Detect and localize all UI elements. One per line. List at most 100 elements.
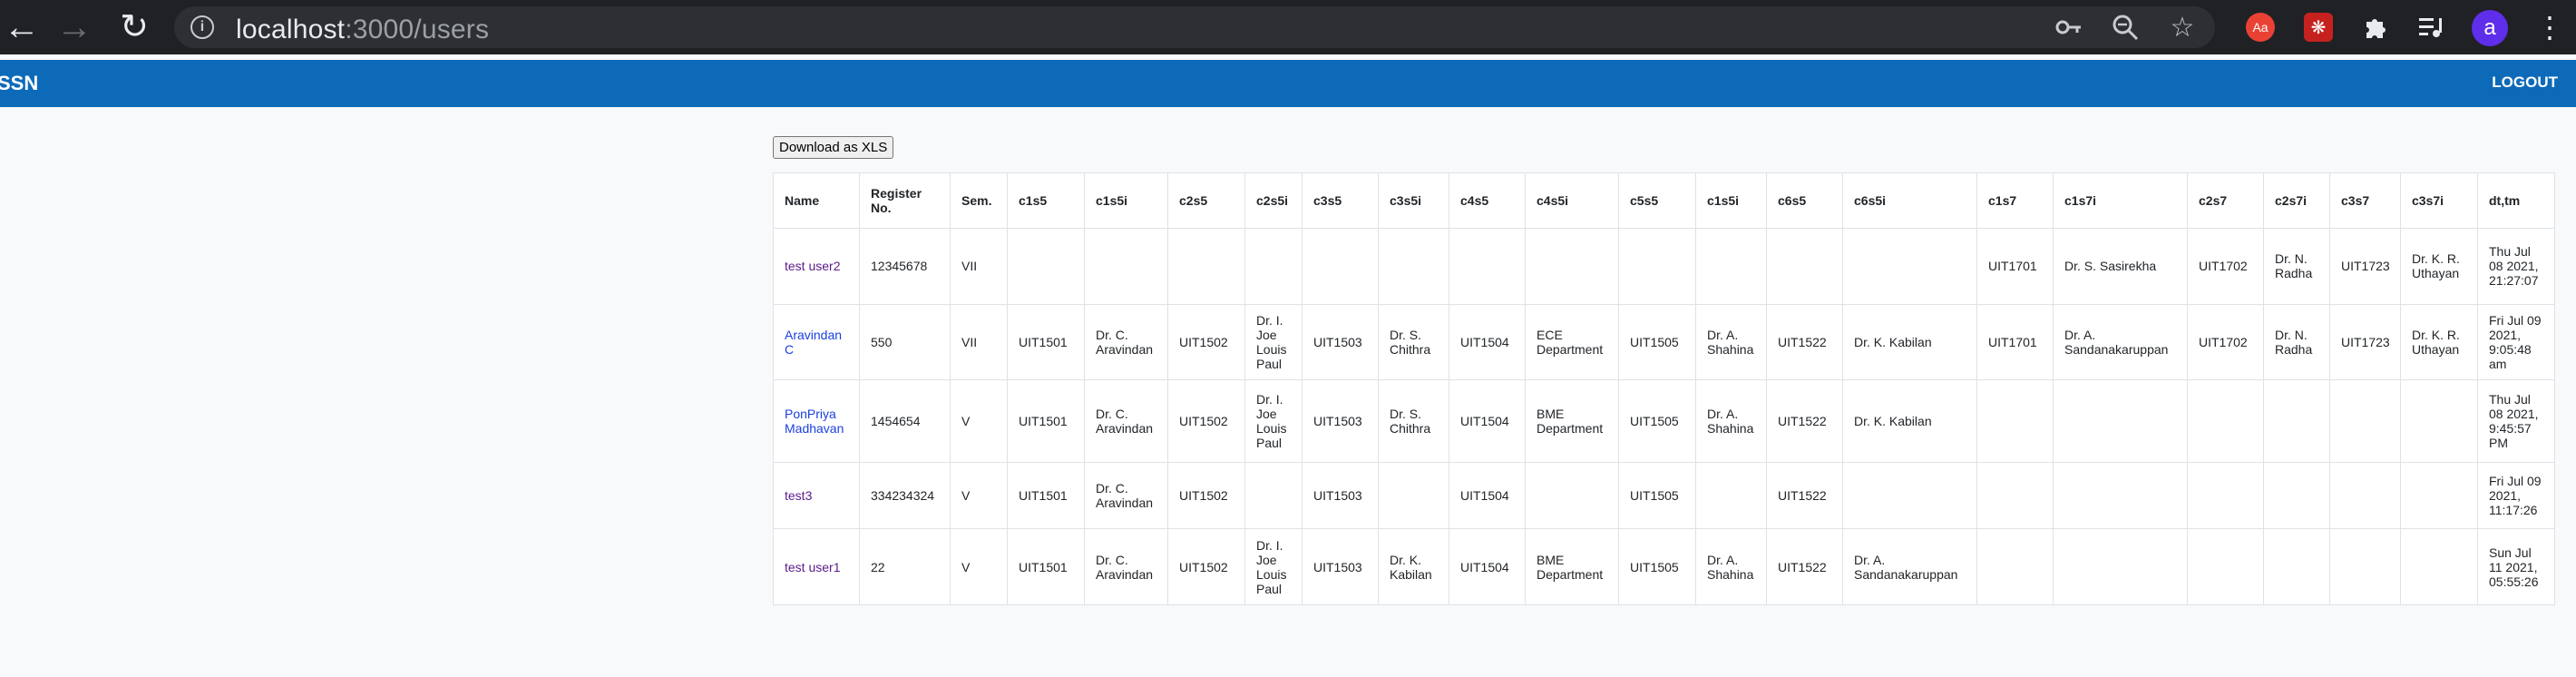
table-cell: UIT1702 — [2187, 228, 2264, 305]
table-cell: Fri Jul 09 2021, 9:05:48 am — [2477, 303, 2555, 381]
column-header: c5s5 — [1618, 172, 1696, 229]
key-icon[interactable] — [2054, 12, 2084, 43]
table-cell — [2263, 528, 2330, 605]
user-name-link[interactable]: test user2 — [785, 259, 840, 273]
extension-bug-icon[interactable]: ❋ — [2304, 13, 2333, 42]
column-header: c3s5i — [1378, 172, 1449, 229]
back-arrow-icon[interactable]: ← — [0, 5, 44, 49]
table-cell: UIT1501 — [1007, 303, 1085, 381]
table-cell — [2053, 461, 2188, 530]
table-cell: UIT1502 — [1167, 379, 1245, 463]
column-header: c2s7 — [2187, 172, 2264, 229]
table-cell — [1449, 228, 1526, 305]
name-cell: PonPriya Madhavan — [773, 379, 860, 463]
table-cell — [1842, 461, 1977, 530]
table-cell: UIT1503 — [1302, 528, 1379, 605]
logout-link[interactable]: LOGOUT — [2492, 74, 2558, 92]
zoom-icon[interactable] — [2110, 12, 2141, 43]
table-cell: Thu Jul 08 2021, 9:45:57 PM — [2477, 379, 2555, 463]
table-cell: V — [950, 528, 1008, 605]
column-header: c6s5i — [1842, 172, 1977, 229]
table-cell — [1976, 528, 2054, 605]
table-cell: V — [950, 379, 1008, 463]
table-cell: ECE Department — [1525, 303, 1619, 381]
column-header: c1s7 — [1976, 172, 2054, 229]
table-cell — [2187, 379, 2264, 463]
avatar-letter: a — [2483, 15, 2496, 40]
table-row: Aravindan C 550 VII UIT1501 Dr. C. Aravindan… — [773, 303, 2555, 381]
table-cell: BME Department — [1525, 379, 1619, 463]
table-cell: UIT1501 — [1007, 379, 1085, 463]
user-name-link[interactable]: test user1 — [785, 560, 840, 574]
table-cell — [1525, 461, 1619, 530]
table-cell: 12345678 — [859, 228, 951, 305]
table-cell: UIT1504 — [1449, 461, 1526, 530]
table-cell — [2400, 379, 2478, 463]
site-info-icon[interactable]: i — [190, 15, 214, 39]
media-queue-icon[interactable] — [2417, 13, 2446, 42]
reload-icon[interactable]: ↻ — [112, 5, 156, 49]
puzzle-extensions-icon[interactable] — [2361, 13, 2390, 42]
table-cell: Sun Jul 11 2021, 05:55:26 — [2477, 528, 2555, 605]
column-header: c2s5i — [1244, 172, 1303, 229]
table-cell: Dr. C. Aravindan — [1084, 528, 1168, 605]
url-host: localhost — [236, 15, 346, 44]
table-cell: UIT1503 — [1302, 379, 1379, 463]
table-cell: UIT1504 — [1449, 303, 1526, 381]
browser-menu-icon[interactable]: ⋮ — [2535, 9, 2564, 45]
name-cell: Aravindan C — [773, 303, 860, 381]
extension-badge-label: Aa — [2252, 20, 2269, 34]
profile-avatar[interactable]: a — [2472, 10, 2508, 46]
address-bar[interactable]: i localhost:3000/users ☆ — [174, 6, 2215, 48]
table-cell — [1976, 379, 2054, 463]
table-cell — [1167, 228, 1245, 305]
table-cell: UIT1502 — [1167, 461, 1245, 530]
table-row: PonPriya Madhavan 1454654 V UIT1501 Dr. C. A… — [773, 379, 2555, 463]
table-cell: UIT1505 — [1618, 379, 1696, 463]
table-cell — [2400, 528, 2478, 605]
table-cell — [1244, 228, 1303, 305]
table-cell: UIT1502 — [1167, 303, 1245, 381]
table-cell: UIT1503 — [1302, 461, 1379, 530]
table-cell: Dr. I. Joe Louis Paul — [1244, 379, 1303, 463]
users-table: Name Register No. Sem. c1s5 c1s5i c2s5 c2s5i c3… — [773, 172, 2555, 605]
table-cell — [2400, 461, 2478, 530]
download-xls-button[interactable]: Download as XLS — [773, 136, 894, 159]
table-cell: Dr. K. Kabilan — [1842, 379, 1977, 463]
column-header: c1s5i — [1084, 172, 1168, 229]
table-cell: VII — [950, 228, 1008, 305]
column-header: c4s5 — [1449, 172, 1526, 229]
extension-badge-icon[interactable]: Aa — [2246, 13, 2275, 42]
table-cell — [2329, 379, 2401, 463]
table-cell: Dr. K. R. Uthayan — [2400, 228, 2478, 305]
table-cell: Dr. N. Radha — [2263, 228, 2330, 305]
brand-logo[interactable]: SSN — [0, 72, 38, 95]
table-cell: UIT1723 — [2329, 303, 2401, 381]
table-cell: Dr. S. Chithra — [1378, 379, 1449, 463]
table-cell: Dr. I. Joe Louis Paul — [1244, 303, 1303, 381]
table-cell: 1454654 — [859, 379, 951, 463]
table-cell — [1244, 461, 1303, 530]
user-name-link[interactable]: test3 — [785, 488, 812, 503]
bookmark-star-icon[interactable]: ☆ — [2167, 12, 2198, 43]
table-cell: Dr. C. Aravindan — [1084, 303, 1168, 381]
column-header: c2s7i — [2263, 172, 2330, 229]
table-cell: UIT1702 — [2187, 303, 2264, 381]
user-name-link[interactable]: Aravindan C — [785, 328, 842, 357]
table-cell: 550 — [859, 303, 951, 381]
table-cell: Dr. N. Radha — [2263, 303, 2330, 381]
table-cell: Dr. K. Kabilan — [1378, 528, 1449, 605]
user-name-link[interactable]: PonPriya Madhavan — [785, 407, 844, 436]
table-cell: Dr. A. Sandanakaruppan — [2053, 303, 2188, 381]
table-cell: Dr. C. Aravindan — [1084, 379, 1168, 463]
table-cell: UIT1701 — [1976, 303, 2054, 381]
table-cell — [1007, 228, 1085, 305]
name-cell: test user2 — [773, 228, 860, 305]
column-header: c2s5 — [1167, 172, 1245, 229]
table-cell: Dr. A. Shahina — [1695, 303, 1767, 381]
forward-arrow-icon[interactable]: → — [53, 5, 96, 49]
column-header: c3s5 — [1302, 172, 1379, 229]
table-cell — [1766, 228, 1843, 305]
url-text[interactable]: localhost:3000/users — [236, 15, 489, 45]
table-cell: UIT1505 — [1618, 528, 1696, 605]
